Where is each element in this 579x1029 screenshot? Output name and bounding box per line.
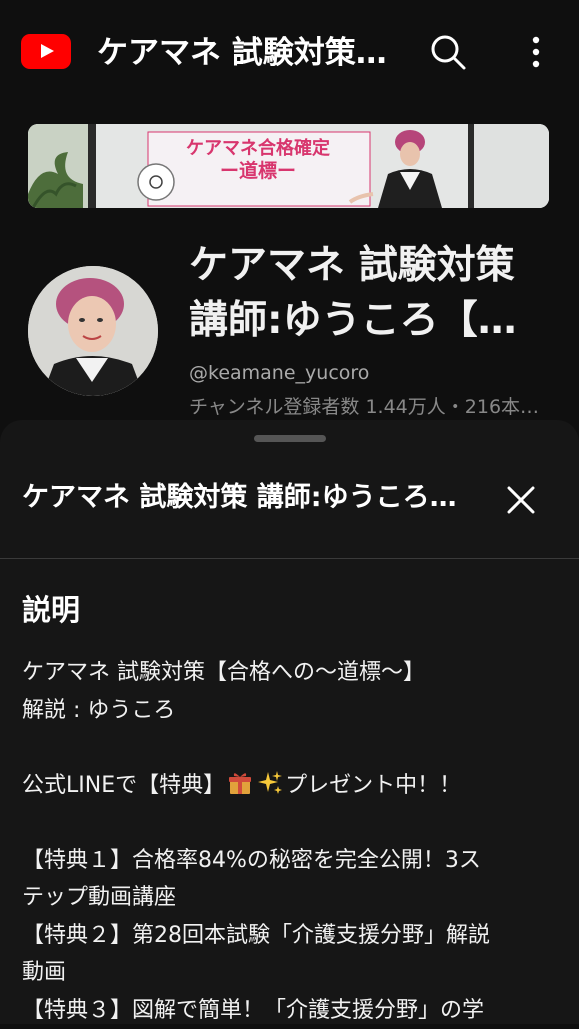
- banner-line1: ケアマネ合格確定: [186, 138, 330, 159]
- app-bar-title: ケアマネ 試験対策 講師:ゆうころ【合格への〜道標〜】: [97, 33, 397, 73]
- more-vert-icon[interactable]: [521, 32, 551, 72]
- subscriber-count: チャンネル登録者数 1.44万人・216本の動画: [189, 394, 549, 420]
- sheet-title: ケアマネ 試験対策 講師:ゆうころ【合格への〜道標〜】: [22, 478, 482, 518]
- search-icon[interactable]: [428, 32, 468, 72]
- description-line: 解説 : ゆうころ: [22, 692, 567, 730]
- description-line: テップ動画講座: [22, 879, 567, 917]
- channel-handle: @keamane_yucoro: [189, 360, 369, 386]
- description-line-part: プレゼント中！！: [285, 773, 461, 798]
- description-line: 動画: [22, 954, 567, 992]
- description-line: [22, 729, 567, 767]
- description-heading: 説明: [22, 590, 80, 630]
- sparkles-icon: [257, 770, 283, 796]
- description-line: 【特典２】第28回本試験「介護支援分野」解説: [22, 917, 567, 955]
- description-line: 【特典３】図解で簡単！「介護支援分野」の学: [22, 992, 567, 1029]
- channel-name: ケアマネ 試験対策 講師:ゆうころ【合格への〜道標〜】: [189, 238, 554, 348]
- banner-text: ケアマネ合格確定 ー道標ー: [154, 138, 362, 182]
- avatar-image: [28, 266, 158, 396]
- channel-name-line1: ケアマネ 試験対策: [189, 238, 554, 293]
- description-line: 公式LINEで【特典】 プレゼント中！！: [22, 767, 567, 805]
- app-bar: ケアマネ 試験対策 講師:ゆうころ【合格への〜道標〜】: [0, 0, 579, 104]
- channel-name-line2: 講師:ゆうころ【合格への〜道標〜】: [189, 293, 554, 348]
- gift-icon: [227, 770, 253, 796]
- channel-avatar[interactable]: [28, 266, 158, 396]
- close-icon[interactable]: [502, 481, 540, 519]
- description-line: ケアマネ 試験対策【合格への〜道標〜】: [22, 654, 567, 692]
- description-line: [22, 804, 567, 842]
- divider: [0, 558, 579, 559]
- description-sheet: ケアマネ 試験対策 講師:ゆうころ【合格への〜道標〜】 説明 ケアマネ 試験対策…: [0, 420, 579, 1024]
- youtube-logo-icon[interactable]: [21, 34, 71, 69]
- drag-handle[interactable]: [254, 435, 326, 442]
- channel-banner: ケアマネ合格確定 ー道標ー: [28, 124, 549, 208]
- description-line: 【特典１】合格率84%の秘密を完全公開！3ス: [22, 842, 567, 880]
- banner-line2: ー道標ー: [154, 160, 362, 182]
- description-text: ケアマネ 試験対策【合格への〜道標〜】 解説 : ゆうころ 公式LINEで【特典…: [22, 654, 567, 1029]
- description-line-part: 公式LINEで【特典】: [22, 773, 225, 798]
